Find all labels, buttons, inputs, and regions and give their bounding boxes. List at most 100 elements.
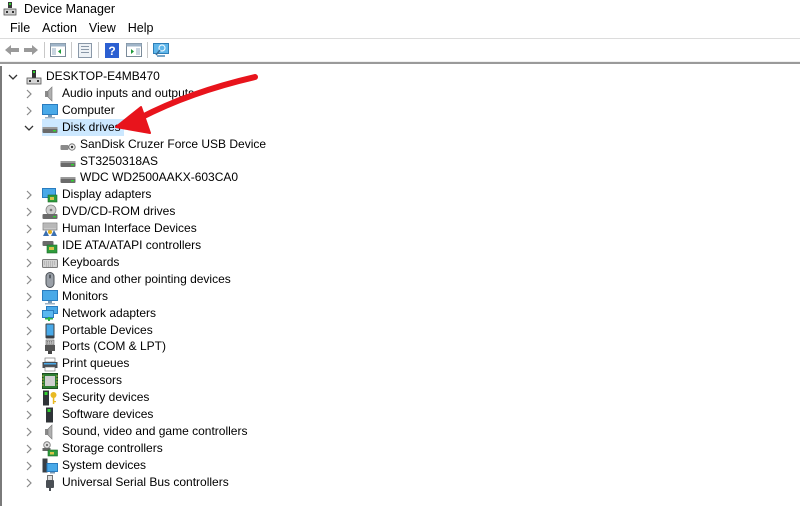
speaker-icon xyxy=(42,85,58,102)
tree-category-dvd-cd-rom-drives[interactable]: DVD/CD-ROM drives xyxy=(23,203,178,220)
tree-item-content[interactable]: Audio inputs and outputs xyxy=(42,85,197,102)
tree-item-content[interactable]: Print queues xyxy=(42,355,132,372)
tree-category-storage-controllers[interactable]: Storage controllers xyxy=(23,440,166,457)
tree-category-label: Network adapters xyxy=(62,306,157,320)
tree-device-label: WDC WD2500AAKX-603CA0 xyxy=(80,170,239,184)
window-title: Device Manager xyxy=(24,1,116,16)
tree-category-sound-video-and-game-controllers[interactable]: Sound, video and game controllers xyxy=(23,423,250,440)
tree-category-ports-com-lpt[interactable]: Ports (COM & LPT) xyxy=(23,338,169,355)
mouse-icon xyxy=(42,271,58,288)
tree-category-keyboards[interactable]: Keyboards xyxy=(23,254,122,271)
chevron-right-icon[interactable] xyxy=(23,308,35,320)
chevron-right-icon[interactable] xyxy=(23,375,35,387)
tree-item-content[interactable]: System devices xyxy=(42,457,149,474)
show-hide-action-pane-button[interactable] xyxy=(125,41,143,59)
menu-view[interactable]: View xyxy=(83,21,122,35)
tree-item-content[interactable]: Monitors xyxy=(42,288,111,305)
tree-category-system-devices[interactable]: System devices xyxy=(23,457,149,474)
menu-help[interactable]: Help xyxy=(122,21,160,35)
tree-item-content[interactable]: Security devices xyxy=(42,389,152,406)
tree-category-security-devices[interactable]: Security devices xyxy=(23,389,152,406)
tree-item-content[interactable]: Human Interface Devices xyxy=(42,220,200,237)
security-key-icon xyxy=(42,390,58,406)
scan-hardware-button[interactable] xyxy=(152,41,170,59)
tree-category-universal-serial-bus-controllers[interactable]: Universal Serial Bus controllers xyxy=(23,474,232,491)
chevron-right-icon[interactable] xyxy=(23,443,35,455)
tree-category-ide-ata-atapi-controllers[interactable]: IDE ATA/ATAPI controllers xyxy=(23,237,204,254)
tree-category-human-interface-devices[interactable]: Human Interface Devices xyxy=(23,220,200,237)
menu-bar: File Action View Help xyxy=(0,18,800,38)
tree-item-content[interactable]: DVD/CD-ROM drives xyxy=(42,203,178,220)
chevron-down-icon[interactable] xyxy=(23,122,35,134)
tree-category-network-adapters[interactable]: Network adapters xyxy=(23,305,159,322)
back-button[interactable] xyxy=(3,41,21,59)
tree-item-content[interactable]: Computer xyxy=(42,102,118,119)
chevron-right-icon[interactable] xyxy=(23,358,35,370)
tree-category-label: IDE ATA/ATAPI controllers xyxy=(62,238,202,252)
chevron-right-icon[interactable] xyxy=(23,223,35,235)
tree-category-label: Security devices xyxy=(62,390,150,404)
chevron-right-icon[interactable] xyxy=(23,392,35,404)
tree-item-content[interactable]: Portable Devices xyxy=(42,322,156,339)
help-button[interactable]: ? xyxy=(103,41,121,59)
chevron-right-icon[interactable] xyxy=(23,426,35,438)
toolbar-separator xyxy=(44,42,45,58)
arrow-left-icon xyxy=(4,44,20,56)
tree-category-print-queues[interactable]: Print queues xyxy=(23,355,132,372)
chevron-right-icon[interactable] xyxy=(23,341,35,353)
tree-item-content[interactable]: Processors xyxy=(42,372,125,389)
computer-tower-icon xyxy=(26,69,42,85)
tree-item-content[interactable]: Network adapters xyxy=(42,305,159,322)
chevron-right-icon[interactable] xyxy=(23,409,35,421)
printer-icon xyxy=(42,356,58,372)
tree-root-label: DESKTOP-E4MB470 xyxy=(46,69,160,83)
forward-button[interactable] xyxy=(22,41,40,59)
tree-category-label: DVD/CD-ROM drives xyxy=(62,204,176,218)
chevron-right-icon[interactable] xyxy=(23,274,35,286)
chevron-right-icon[interactable] xyxy=(23,291,35,303)
chevron-right-icon[interactable] xyxy=(23,240,35,252)
disk-drive-icon xyxy=(60,170,76,186)
chevron-right-icon[interactable] xyxy=(23,105,35,117)
chevron-right-icon[interactable] xyxy=(23,189,35,201)
tree-category-display-adapters[interactable]: Display adapters xyxy=(23,186,154,203)
tree-category-portable-devices[interactable]: Portable Devices xyxy=(23,322,156,339)
tree-category-processors[interactable]: Processors xyxy=(23,372,125,389)
tree-category-audio-inputs-and-outputs[interactable]: Audio inputs and outputs xyxy=(23,85,197,102)
tree-item-content[interactable]: Storage controllers xyxy=(42,440,166,457)
tree-device-wdc-wd2500aakx-603ca0[interactable]: WDC WD2500AAKX-603CA0 xyxy=(60,169,238,186)
menu-file[interactable]: File xyxy=(0,21,36,35)
properties-button[interactable] xyxy=(76,41,94,59)
tree-root[interactable]: DESKTOP-E4MB470 xyxy=(7,68,160,85)
tree-category-label: System devices xyxy=(62,458,147,472)
tree-category-software-devices[interactable]: Software devices xyxy=(23,406,156,423)
tree-item-content[interactable]: Display adapters xyxy=(42,186,154,203)
tree-item-content[interactable]: IDE ATA/ATAPI controllers xyxy=(42,237,204,254)
chevron-right-icon[interactable] xyxy=(23,477,35,489)
tree-item-content[interactable]: Ports (COM & LPT) xyxy=(42,338,169,355)
tree-device-st3250318as[interactable]: ST3250318AS xyxy=(60,153,158,170)
chevron-right-icon[interactable] xyxy=(23,206,35,218)
menu-action[interactable]: Action xyxy=(36,21,83,35)
show-hide-console-tree-button[interactable] xyxy=(49,41,67,59)
chevron-right-icon[interactable] xyxy=(23,325,35,337)
tree-category-monitors[interactable]: Monitors xyxy=(23,288,111,305)
tree-item-content[interactable]: Universal Serial Bus controllers xyxy=(42,474,232,491)
tree-item-content[interactable]: Keyboards xyxy=(42,254,122,271)
tree-device-label: SanDisk Cruzer Force USB Device xyxy=(80,137,267,151)
dvd-drive-icon xyxy=(42,204,58,220)
title-bar: Device Manager xyxy=(0,0,800,17)
monitor-icon xyxy=(42,289,58,305)
tree-category-computer[interactable]: Computer xyxy=(23,102,118,119)
chevron-right-icon[interactable] xyxy=(23,88,35,100)
chevron-right-icon[interactable] xyxy=(23,460,35,472)
tree-item-content[interactable]: Sound, video and game controllers xyxy=(42,423,250,440)
tree-device-sandisk-cruzer-force-usb-device[interactable]: SanDisk Cruzer Force USB Device xyxy=(60,136,266,153)
tree-item-content[interactable]: Mice and other pointing devices xyxy=(42,271,234,288)
chevron-down-icon[interactable] xyxy=(7,71,19,83)
selection-highlight[interactable]: Disk drives xyxy=(42,119,124,136)
tree-category-disk-drives[interactable]: Disk drives xyxy=(23,119,124,136)
chevron-right-icon[interactable] xyxy=(23,257,35,269)
tree-item-content[interactable]: Software devices xyxy=(42,406,156,423)
tree-category-mice-and-other-pointing-devices[interactable]: Mice and other pointing devices xyxy=(23,271,234,288)
